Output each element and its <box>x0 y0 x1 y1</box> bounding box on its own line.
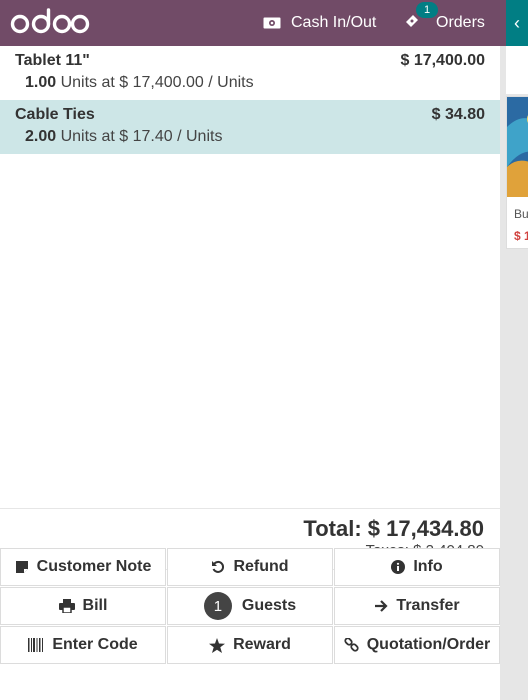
product-image <box>507 97 528 197</box>
product-name: Bu <box>514 207 528 221</box>
order-line-product-name: Tablet 11" <box>15 52 90 69</box>
chevron-left-icon: ‹ <box>514 12 520 33</box>
product-list-top <box>506 46 528 94</box>
refund-button[interactable]: Refund <box>167 548 333 586</box>
order-line[interactable]: Tablet 11" $ 17,400.00 1.00 Units at $ 1… <box>0 46 500 100</box>
customer-note-button[interactable]: Customer Note <box>0 548 166 586</box>
bill-label: Bill <box>82 597 108 614</box>
info-icon <box>391 560 406 574</box>
guests-count: 1 <box>203 592 232 620</box>
order-line-price: $ 17,400.00 <box>400 52 485 69</box>
order-line-price: $ 34.80 <box>431 106 485 123</box>
money-icon <box>263 17 281 29</box>
order-total: Total: $ 17,434.80 <box>303 516 484 541</box>
link-icon <box>344 637 359 653</box>
order-line-unit-text: Units at $ 17,400.00 / Units <box>60 74 254 91</box>
reward-label: Reward <box>233 636 291 653</box>
reward-button[interactable]: Reward <box>167 626 333 664</box>
order-line-detail: 1.00 Units at $ 17,400.00 / Units <box>25 74 254 92</box>
order-line-unit-text: Units at $ 17.40 / Units <box>60 128 223 145</box>
guests-button[interactable]: 1 Guests <box>167 587 333 625</box>
product-price: $ 1 <box>514 229 528 243</box>
info-label: Info <box>413 558 443 575</box>
collapse-toggle-button[interactable]: ‹ <box>506 0 528 46</box>
quotation-order-label: Quotation/Order <box>366 636 491 653</box>
product-card[interactable]: Bu $ 1 <box>506 96 528 249</box>
sticky-note-icon <box>15 560 29 574</box>
orders-count-badge: 1 <box>416 1 438 18</box>
star-icon <box>209 637 226 653</box>
order-line-product-name: Cable Ties <box>15 106 95 123</box>
quotation-order-button[interactable]: Quotation/Order <box>334 626 500 664</box>
order-line-detail: 2.00 Units at $ 17.40 / Units <box>25 128 222 146</box>
cash-in-out-label: Cash In/Out <box>291 14 377 31</box>
print-icon <box>58 599 75 613</box>
arrow-right-icon <box>374 599 388 613</box>
cash-in-out-button[interactable]: Cash In/Out <box>263 0 376 46</box>
orders-button[interactable]: 1 Orders <box>404 0 485 46</box>
undo-icon <box>211 560 225 574</box>
order-line-qty: 2.00 <box>25 128 57 145</box>
transfer-button[interactable]: Transfer <box>334 587 500 625</box>
enter-code-label: Enter Code <box>52 636 138 653</box>
transfer-label: Transfer <box>396 597 460 614</box>
top-bar: Cash In/Out 1 Orders ‹ <box>0 0 528 46</box>
order-line[interactable]: Cable Ties $ 34.80 2.00 Units at $ 17.40… <box>0 100 500 154</box>
bill-button[interactable]: Bill <box>0 587 166 625</box>
customer-note-label: Customer Note <box>36 558 152 575</box>
barcode-icon <box>28 638 44 652</box>
refund-label: Refund <box>233 558 289 575</box>
guests-label: Guests <box>241 597 297 614</box>
info-button[interactable]: Info <box>334 548 500 586</box>
orders-label: Orders <box>436 14 485 31</box>
order-line-qty: 1.00 <box>25 74 57 91</box>
enter-code-button[interactable]: Enter Code <box>0 626 166 664</box>
odoo-logo[interactable] <box>10 7 90 39</box>
